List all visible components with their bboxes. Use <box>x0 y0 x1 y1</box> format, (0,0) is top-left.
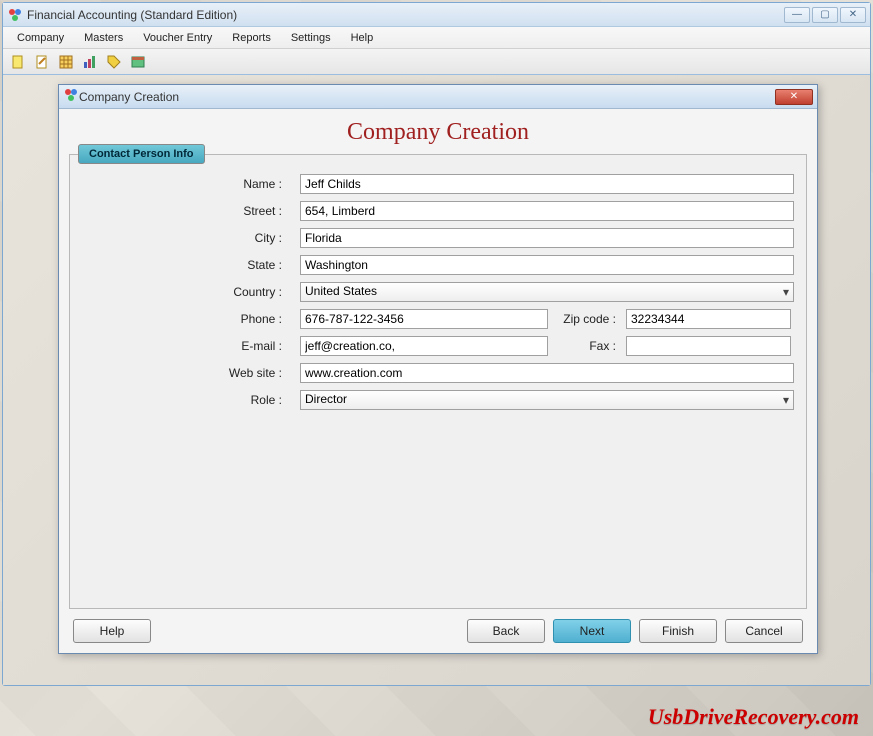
label-website: Web site : <box>82 366 300 380</box>
finish-button[interactable]: Finish <box>639 619 717 643</box>
label-email: E-mail : <box>82 339 300 353</box>
label-country: Country : <box>82 285 300 299</box>
menu-reports[interactable]: Reports <box>222 29 281 47</box>
new-doc-icon[interactable] <box>7 52 29 72</box>
name-field[interactable] <box>300 174 794 194</box>
menu-masters[interactable]: Masters <box>74 29 133 47</box>
tag-icon[interactable] <box>103 52 125 72</box>
row-city: City : <box>82 227 794 249</box>
window-controls: — ▢ ✕ <box>784 7 866 23</box>
label-role: Role : <box>82 393 300 407</box>
dialog-icon <box>63 87 79 106</box>
phone-field[interactable] <box>300 309 548 329</box>
ledger-icon[interactable] <box>127 52 149 72</box>
back-button[interactable]: Back <box>467 619 545 643</box>
menu-voucher-entry[interactable]: Voucher Entry <box>133 29 222 47</box>
role-select[interactable]: Director <box>300 390 794 410</box>
row-phone: Phone : Zip code : <box>82 308 794 330</box>
state-field[interactable] <box>300 255 794 275</box>
row-name: Name : <box>82 173 794 195</box>
next-button[interactable]: Next <box>553 619 631 643</box>
menu-help[interactable]: Help <box>341 29 384 47</box>
dialog-titlebar: Company Creation ✕ <box>59 85 817 109</box>
watermark: UsbDriveRecovery.com <box>648 704 859 730</box>
label-zip: Zip code : <box>548 312 626 326</box>
minimize-button[interactable]: — <box>784 7 810 23</box>
zip-field[interactable] <box>626 309 791 329</box>
main-titlebar: Financial Accounting (Standard Edition) … <box>3 3 870 27</box>
dialog-close-button[interactable]: ✕ <box>775 89 813 105</box>
dialog-heading: Company Creation <box>69 119 807 146</box>
label-street: Street : <box>82 204 300 218</box>
fax-field[interactable] <box>626 336 791 356</box>
menubar: Company Masters Voucher Entry Reports Se… <box>3 27 870 49</box>
edit-icon[interactable] <box>31 52 53 72</box>
form-panel: Contact Person Info Name : Street : City… <box>69 154 807 609</box>
row-state: State : <box>82 254 794 276</box>
menu-settings[interactable]: Settings <box>281 29 341 47</box>
menu-company[interactable]: Company <box>7 29 74 47</box>
row-website: Web site : <box>82 362 794 384</box>
country-select[interactable]: United States <box>300 282 794 302</box>
close-button[interactable]: ✕ <box>840 7 866 23</box>
email-field[interactable] <box>300 336 548 356</box>
grid-icon[interactable] <box>55 52 77 72</box>
row-email: E-mail : Fax : <box>82 335 794 357</box>
label-phone: Phone : <box>82 312 300 326</box>
country-value: United States <box>305 284 377 298</box>
label-state: State : <box>82 258 300 272</box>
company-creation-dialog: Company Creation ✕ Company Creation Cont… <box>58 84 818 654</box>
row-street: Street : <box>82 200 794 222</box>
label-name: Name : <box>82 177 300 191</box>
label-city: City : <box>82 231 300 245</box>
dialog-body: Company Creation Contact Person Info Nam… <box>59 109 817 653</box>
website-field[interactable] <box>300 363 794 383</box>
role-value: Director <box>305 392 347 406</box>
tab-contact-person-info[interactable]: Contact Person Info <box>78 144 205 164</box>
cancel-button[interactable]: Cancel <box>725 619 803 643</box>
maximize-button[interactable]: ▢ <box>812 7 838 23</box>
label-fax: Fax : <box>548 339 626 353</box>
main-title: Financial Accounting (Standard Edition) <box>27 8 784 22</box>
app-icon <box>7 7 23 23</box>
row-role: Role : Director <box>82 389 794 411</box>
city-field[interactable] <box>300 228 794 248</box>
toolbar <box>3 49 870 75</box>
dialog-buttons: Help Back Next Finish Cancel <box>69 609 807 643</box>
dialog-title: Company Creation <box>79 90 775 104</box>
help-button[interactable]: Help <box>73 619 151 643</box>
chart-icon[interactable] <box>79 52 101 72</box>
street-field[interactable] <box>300 201 794 221</box>
row-country: Country : United States <box>82 281 794 303</box>
